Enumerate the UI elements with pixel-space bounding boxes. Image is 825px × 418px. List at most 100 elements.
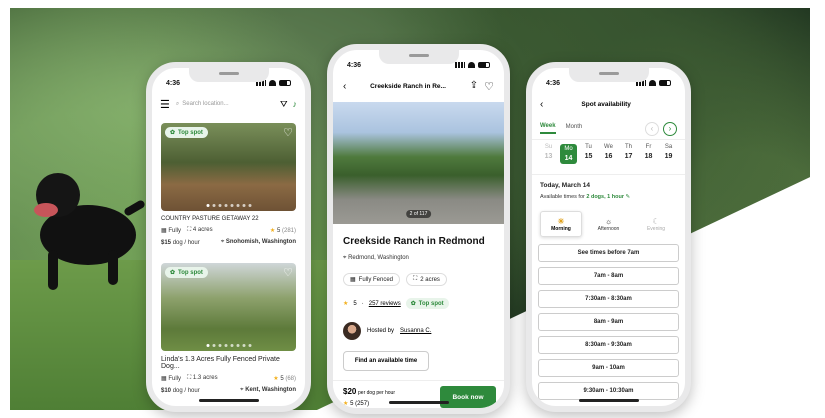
day-cell[interactable]: Tu 15 [580, 144, 597, 164]
day-cell[interactable]: We 16 [600, 144, 617, 164]
battery-icon [659, 80, 671, 86]
area-icon: ⛶ [187, 227, 192, 233]
status-time: 4:36 [546, 79, 561, 87]
battery-icon [478, 62, 490, 68]
hosted-by-label: Hosted by [367, 328, 395, 334]
phone-listing-detail: 4:36 ‹ Creekside Ranch in Re... ⇪ ♡ 2 of … [327, 44, 510, 414]
paw-icon: ✿ [170, 270, 176, 276]
top-spot-badge: Top spot [178, 269, 203, 276]
review-count: (68) [285, 376, 296, 382]
available-prefix: Available times for [540, 194, 585, 200]
listing-title: Creekside Ranch in Redmond [343, 236, 485, 247]
share-icon[interactable]: ⇪ [470, 80, 478, 93]
wifi-icon [269, 80, 276, 86]
home-indicator [198, 399, 259, 402]
location: Kent, Washington [245, 387, 296, 393]
find-time-button[interactable]: Find an available time [343, 351, 429, 371]
reviews-link[interactable]: 257 reviews [369, 301, 401, 307]
favorite-heart-icon[interactable]: ♡ [283, 126, 293, 139]
time-slot-before[interactable]: See times before 7am [538, 244, 679, 262]
listing-hero-photo[interactable]: 2 of 117 [333, 102, 504, 224]
listing-card-1[interactable]: ✿ Top spot ♡ COUNTRY PASTURE GETAWAY 22 ▦… [161, 123, 296, 246]
carousel-dots [206, 344, 251, 347]
acres-label: 4 acres [192, 227, 213, 233]
tab-month[interactable]: Month [566, 124, 583, 133]
wifi-icon [468, 62, 475, 68]
price-unit: dog / hour [172, 387, 200, 394]
back-arrow-icon[interactable]: ‹ [540, 99, 543, 110]
location-pin-icon: ⌖ [343, 255, 347, 261]
wifi-icon [649, 80, 656, 86]
status-time: 4:36 [166, 79, 181, 87]
rating: 5 [353, 300, 357, 307]
header-title: Spot availability [581, 100, 631, 108]
day-cell-selected[interactable]: Mo 14 [560, 144, 577, 164]
top-spot-badge: Top spot [418, 300, 444, 307]
sunrise-icon: ☀ [557, 216, 565, 226]
review-count: (281) [281, 228, 296, 234]
dog-image [34, 173, 145, 290]
sun-icon: ☼ [604, 216, 613, 226]
star-icon: ★ [273, 376, 279, 382]
photo-counter: 2 of 117 [405, 210, 432, 218]
time-slot[interactable]: 9am - 10am [538, 359, 679, 377]
prev-week-button[interactable]: ‹ [645, 121, 659, 136]
location: Snohomish, Washington [225, 239, 296, 245]
location-pin-icon: ⌖ [220, 239, 225, 245]
price: $10 [161, 387, 172, 394]
time-slot[interactable]: 9:30am - 10:30am [538, 382, 679, 400]
book-now-button[interactable]: Book now [440, 386, 496, 408]
favorite-heart-icon[interactable]: ♡ [283, 266, 293, 279]
footer-reviews: (257) [355, 401, 370, 407]
listing-title: Linda's 1.3 Acres Fully Fenced Private D… [161, 356, 280, 370]
fence-icon: ▦ [350, 277, 356, 283]
location: Redmond, Washington [348, 255, 409, 261]
edit-pencil-icon[interactable]: ✎ [626, 194, 631, 200]
time-slot[interactable]: 8:30am - 9:30am [538, 336, 679, 354]
footer-price: $20 [343, 387, 357, 396]
period-morning[interactable]: ☀ Morning [540, 211, 582, 237]
phone-availability: 4:36 ‹ Spot availability Week Month ‹ › … [526, 62, 691, 412]
header-title: Creekside Ranch in Re... [370, 82, 446, 90]
next-week-button[interactable]: › [663, 121, 677, 136]
back-arrow-icon[interactable]: ‹ [343, 81, 346, 92]
search-icon: ⌕ [175, 100, 180, 107]
day-cell[interactable]: Sa 19 [660, 144, 677, 164]
host-avatar[interactable] [343, 322, 361, 340]
host-name-link[interactable]: Susanna C. [400, 328, 431, 334]
search-bar[interactable]: ⌕ Search location... [176, 101, 274, 108]
notification-icon[interactable]: ♪ [293, 99, 298, 109]
signal-icon [455, 62, 465, 68]
week-strip: Su 13 Mo 14 Tu 15 We 16 Th 17 Fr 18 Sa 19 [540, 144, 677, 164]
tab-week[interactable]: Week [540, 123, 556, 134]
time-slot[interactable]: 7:30am - 8:30am [538, 290, 679, 308]
listing-card-2[interactable]: ✿ Top spot ♡ Linda's 1.3 Acres Fully Fenc… [161, 263, 296, 394]
period-afternoon[interactable]: ☼ Afternoon [588, 211, 630, 237]
home-indicator [388, 401, 449, 404]
fence-chip: ▦ Fully Fenced [343, 273, 401, 286]
area-icon: ⛶ [187, 375, 192, 381]
price: $15 [161, 239, 172, 246]
star-icon: ★ [343, 301, 349, 307]
day-cell[interactable]: Th 17 [620, 144, 637, 164]
listing-photo[interactable]: ✿ Top spot ♡ [161, 123, 296, 211]
price-unit: dog / hour [172, 239, 200, 246]
paw-icon: ✿ [410, 301, 416, 307]
listing-photo[interactable]: ✿ Top spot ♡ [161, 263, 296, 351]
day-cell[interactable]: Fr 18 [640, 144, 657, 164]
search-input[interactable]: Search location... [182, 101, 228, 107]
moon-icon: ☾ [652, 216, 660, 226]
period-evening[interactable]: ☾ Evening [635, 211, 677, 237]
footer-rating: 5 [350, 401, 354, 407]
filter-icon[interactable]: ⛛ [280, 99, 288, 110]
available-detail[interactable]: 2 dogs, 1 hour [586, 194, 624, 200]
favorite-heart-icon[interactable]: ♡ [484, 80, 494, 93]
status-time: 4:36 [347, 61, 362, 69]
menu-icon[interactable]: ☰ [160, 98, 170, 111]
fence-label: Fully [168, 376, 182, 382]
day-cell[interactable]: Su 13 [540, 144, 557, 164]
time-slot[interactable]: 8am - 9am [538, 313, 679, 331]
acres-chip: ⛶ 2 acres [406, 273, 447, 286]
time-slot[interactable]: 7am - 8am [538, 267, 679, 285]
star-icon: ★ [269, 228, 276, 234]
